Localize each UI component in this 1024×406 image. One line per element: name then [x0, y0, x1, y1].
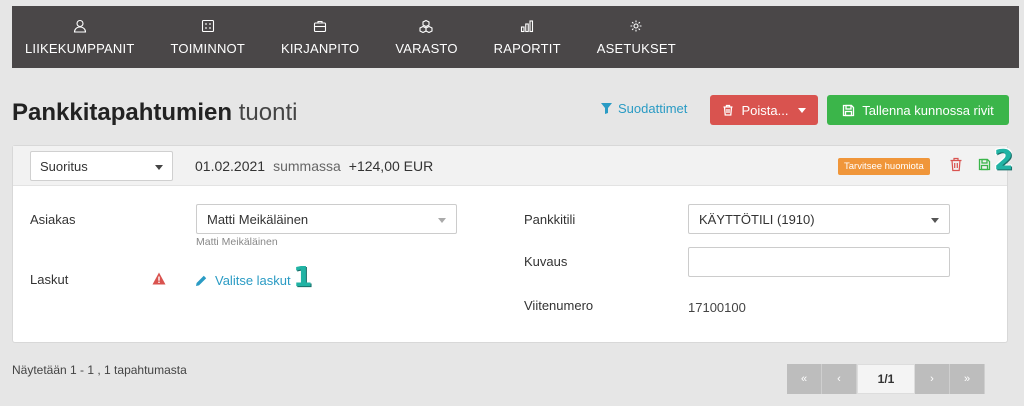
last-page-button[interactable]: »	[950, 364, 985, 394]
pick-invoices-label: Valitse laskut	[215, 273, 291, 288]
bank-account-value: KÄYTTÖTILI (1910)	[699, 211, 815, 227]
nav-item-liikekumppanit[interactable]: LIIKEKUMPPANIT	[25, 6, 152, 68]
description-label: Kuvaus	[524, 254, 568, 269]
nav-label: LIIKEKUMPPANIT	[25, 40, 135, 56]
delete-row-button[interactable]	[949, 157, 963, 172]
save-all-label: Tallenna kunnossa rivit	[862, 102, 994, 118]
results-count: Näytetään 1 - 1 , 1 tapahtumasta	[12, 363, 187, 377]
save-row-button[interactable]	[978, 158, 991, 171]
customer-value: Matti Meikäläinen	[207, 211, 309, 227]
trash-icon	[723, 104, 733, 116]
nav-item-varasto[interactable]: VARASTO	[377, 6, 475, 68]
chevron-down-icon	[438, 218, 446, 223]
trash-icon	[950, 157, 962, 172]
filters-link[interactable]: Suodattimet	[601, 101, 687, 116]
person-icon	[73, 19, 87, 33]
transaction-summary: 01.02.2021 summassa +124,00 EUR	[195, 158, 433, 174]
pencil-icon	[196, 275, 207, 286]
chevron-down-icon	[798, 107, 807, 113]
current-page: 1/1	[857, 364, 915, 394]
status-badge: Tarvitsee huomiota	[838, 158, 930, 175]
calculator-icon	[201, 19, 215, 33]
transaction-type-value: Suoritus	[40, 158, 88, 174]
warning-icon	[152, 272, 166, 285]
invoices-label: Laskut	[30, 272, 69, 287]
callout-marker-1: 1	[293, 260, 313, 293]
bar-chart-icon	[520, 19, 534, 33]
filters-label: Suodattimet	[618, 101, 688, 116]
nav-item-raportit[interactable]: RAPORTIT	[476, 6, 579, 68]
page-title-light: tuonti	[238, 99, 298, 126]
pick-invoices-link[interactable]: Valitse laskut	[196, 273, 291, 288]
customer-label: Asiakas	[30, 212, 76, 227]
reference-label: Viitenumero	[524, 298, 594, 313]
bank-account-label: Pankkitili	[524, 212, 576, 227]
page-title: Pankkitapahtumien tuonti	[12, 99, 297, 127]
transaction-type-select[interactable]: Suoritus	[30, 151, 173, 181]
gear-icon	[629, 19, 643, 33]
delete-dropdown-button[interactable]: Poista...	[710, 95, 818, 125]
main-nav: LIIKEKUMPPANIT TOIMINNOT KIRJANPITO VARA…	[12, 6, 1019, 68]
page-title-bold: Pankkitapahtumien	[12, 99, 233, 126]
transaction-card-header: Suoritus 01.02.2021 summassa +124,00 EUR…	[13, 143, 1013, 186]
prev-page-button[interactable]: ‹	[822, 364, 857, 394]
chevron-down-icon	[155, 165, 163, 170]
save-icon	[978, 158, 991, 171]
filter-icon	[601, 103, 612, 114]
nav-label: TOIMINNOT	[170, 40, 245, 56]
save-icon	[843, 104, 855, 116]
transaction-date: 01.02.2021	[195, 158, 266, 174]
nav-item-kirjanpito[interactable]: KIRJANPITO	[263, 6, 377, 68]
first-page-button[interactable]: «	[787, 364, 822, 394]
nav-label: ASETUKSET	[596, 40, 676, 56]
transaction-card: Suoritus 01.02.2021 summassa +124,00 EUR…	[12, 143, 1013, 343]
transaction-amount: +124,00 EUR	[348, 158, 434, 174]
delete-label: Poista...	[741, 102, 789, 118]
amount-prefix: summassa	[273, 158, 341, 174]
description-input[interactable]	[688, 247, 950, 277]
nav-label: KIRJANPITO	[280, 40, 360, 56]
nav-item-toiminnot[interactable]: TOIMINNOT	[152, 6, 263, 68]
save-valid-rows-button[interactable]: Tallenna kunnossa rivit	[827, 95, 1009, 125]
cubes-icon	[419, 19, 434, 33]
nav-item-asetukset[interactable]: ASETUKSET	[579, 6, 694, 68]
nav-label: VARASTO	[395, 40, 458, 56]
reference-value: 17100100	[688, 300, 746, 315]
customer-select[interactable]: Matti Meikäläinen	[196, 204, 457, 234]
callout-marker-2: 2	[994, 143, 1014, 176]
customer-helper: Matti Meikäläinen	[196, 236, 278, 248]
next-page-button[interactable]: ›	[915, 364, 950, 394]
nav-label: RAPORTIT	[493, 40, 561, 56]
briefcase-icon	[313, 19, 327, 33]
pagination: « ‹ 1/1 › »	[787, 364, 985, 394]
bank-account-select[interactable]: KÄYTTÖTILI (1910)	[688, 204, 950, 234]
chevron-down-icon	[931, 218, 939, 223]
